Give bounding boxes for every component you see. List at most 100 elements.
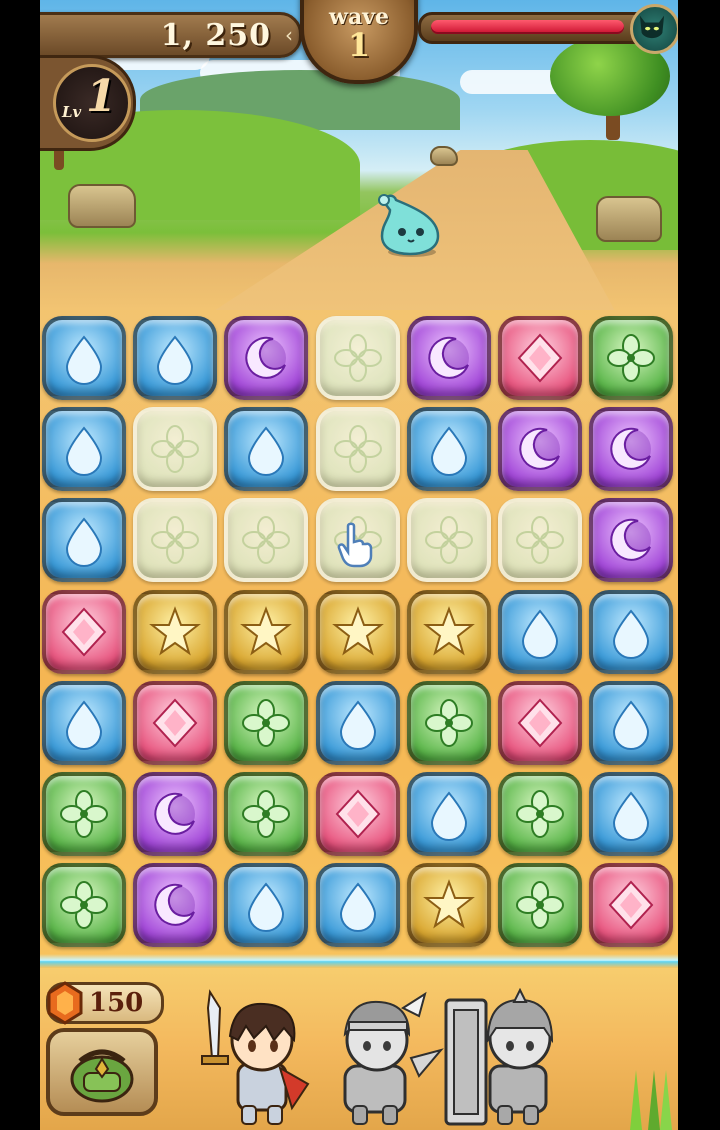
board-tile[interactable] [42, 863, 126, 947]
winged-helmet-hero-icon[interactable] [315, 988, 445, 1128]
board-tile[interactable] [589, 772, 673, 856]
board-tile[interactable] [42, 498, 126, 582]
water-drop-icon [612, 791, 650, 841]
star-icon [423, 879, 475, 929]
board-tile[interactable] [224, 863, 308, 947]
diamond-heart-icon [61, 607, 107, 657]
board-tile[interactable] [133, 498, 217, 582]
water-drop-icon [612, 700, 650, 750]
board-tile[interactable] [42, 316, 126, 400]
enemy-hp-fill [431, 20, 624, 34]
board-tile[interactable] [498, 316, 582, 400]
water-drop-icon [65, 700, 103, 750]
board-tile[interactable] [42, 681, 126, 765]
faded-clover-icon [151, 425, 199, 473]
board-tile[interactable] [42, 772, 126, 856]
clover-icon [516, 790, 564, 838]
board-tile[interactable] [407, 772, 491, 856]
rock [596, 196, 662, 242]
board-tile[interactable] [407, 681, 491, 765]
board-tile[interactable] [316, 772, 400, 856]
clover-icon [242, 699, 290, 747]
board-tile[interactable] [224, 772, 308, 856]
board-tile[interactable] [316, 316, 400, 400]
board-tile[interactable] [589, 498, 673, 582]
water-drop-icon [430, 426, 468, 476]
board-tile[interactable] [407, 316, 491, 400]
board-tile[interactable] [224, 498, 308, 582]
board-tile[interactable] [224, 316, 308, 400]
faded-clover-icon [425, 516, 473, 564]
slime-enemy-icon[interactable] [376, 190, 446, 260]
chevron-left-icon: ‹ [285, 23, 293, 47]
board-tile[interactable] [498, 498, 582, 582]
clover-icon [60, 790, 108, 838]
board-tile[interactable] [407, 498, 491, 582]
water-drop-icon [65, 426, 103, 476]
board-tile[interactable] [133, 863, 217, 947]
board-tile[interactable] [133, 407, 217, 491]
board-tile[interactable] [316, 681, 400, 765]
star-icon [240, 606, 292, 656]
water-drop-icon [156, 335, 194, 385]
board-tile[interactable] [316, 407, 400, 491]
board-tile[interactable] [133, 681, 217, 765]
faded-clover-icon [334, 334, 382, 382]
board-tile[interactable] [498, 772, 582, 856]
board-tile[interactable] [498, 863, 582, 947]
gem-counter: 150 [46, 981, 164, 1025]
board-tile[interactable] [316, 590, 400, 674]
swordsman-hero-icon[interactable] [188, 988, 318, 1128]
item-bag-button[interactable] [46, 1028, 158, 1116]
water-drop-icon [339, 882, 377, 932]
board-tile[interactable] [589, 863, 673, 947]
board-tile[interactable] [133, 316, 217, 400]
score-value: 1, 250 [160, 18, 271, 53]
board-tile[interactable] [589, 316, 673, 400]
diamond-heart-icon [152, 698, 198, 748]
clover-icon [425, 699, 473, 747]
board-tile[interactable] [589, 590, 673, 674]
board-tile[interactable] [407, 407, 491, 491]
board-tile[interactable] [407, 863, 491, 947]
clover-icon [516, 881, 564, 929]
board-tile[interactable] [316, 498, 400, 582]
clover-icon [242, 790, 290, 838]
crescent-moon-icon [610, 427, 651, 470]
star-icon [149, 606, 201, 656]
wave-number: 1 [347, 26, 371, 64]
rock [68, 184, 136, 228]
faded-clover-icon [516, 516, 564, 564]
board-tile[interactable] [224, 590, 308, 674]
board-tile[interactable] [42, 407, 126, 491]
party-area: 150 [40, 968, 678, 1130]
enemy-hp-bar [418, 12, 654, 44]
board-tile[interactable] [224, 407, 308, 491]
board-tile[interactable] [407, 590, 491, 674]
board-tile[interactable] [589, 407, 673, 491]
board-tile[interactable] [498, 407, 582, 491]
faded-clover-icon [151, 516, 199, 564]
diamond-heart-icon [335, 789, 381, 839]
board-tile[interactable] [316, 863, 400, 947]
crescent-moon-icon [610, 518, 651, 561]
water-drop-icon [339, 700, 377, 750]
board-tile[interactable] [498, 590, 582, 674]
shield-knight-hero-icon[interactable] [440, 988, 570, 1128]
puzzle-board[interactable] [40, 316, 678, 956]
level-number: 1 [86, 71, 117, 122]
demon-cat-enemy-icon [630, 4, 678, 54]
water-drop-icon [521, 609, 559, 659]
board-tile[interactable] [133, 772, 217, 856]
board-tile[interactable] [589, 681, 673, 765]
crescent-moon-icon [519, 427, 560, 470]
level-badge[interactable]: Lv 1 [40, 55, 136, 151]
backpack-icon [70, 1049, 134, 1103]
crescent-moon-icon [428, 336, 469, 379]
board-tile[interactable] [133, 590, 217, 674]
board-tile[interactable] [42, 590, 126, 674]
score-bar: 1, 250 ‹ [40, 12, 302, 58]
board-tile[interactable] [224, 681, 308, 765]
gem-count: 150 [89, 988, 144, 1018]
board-tile[interactable] [498, 681, 582, 765]
